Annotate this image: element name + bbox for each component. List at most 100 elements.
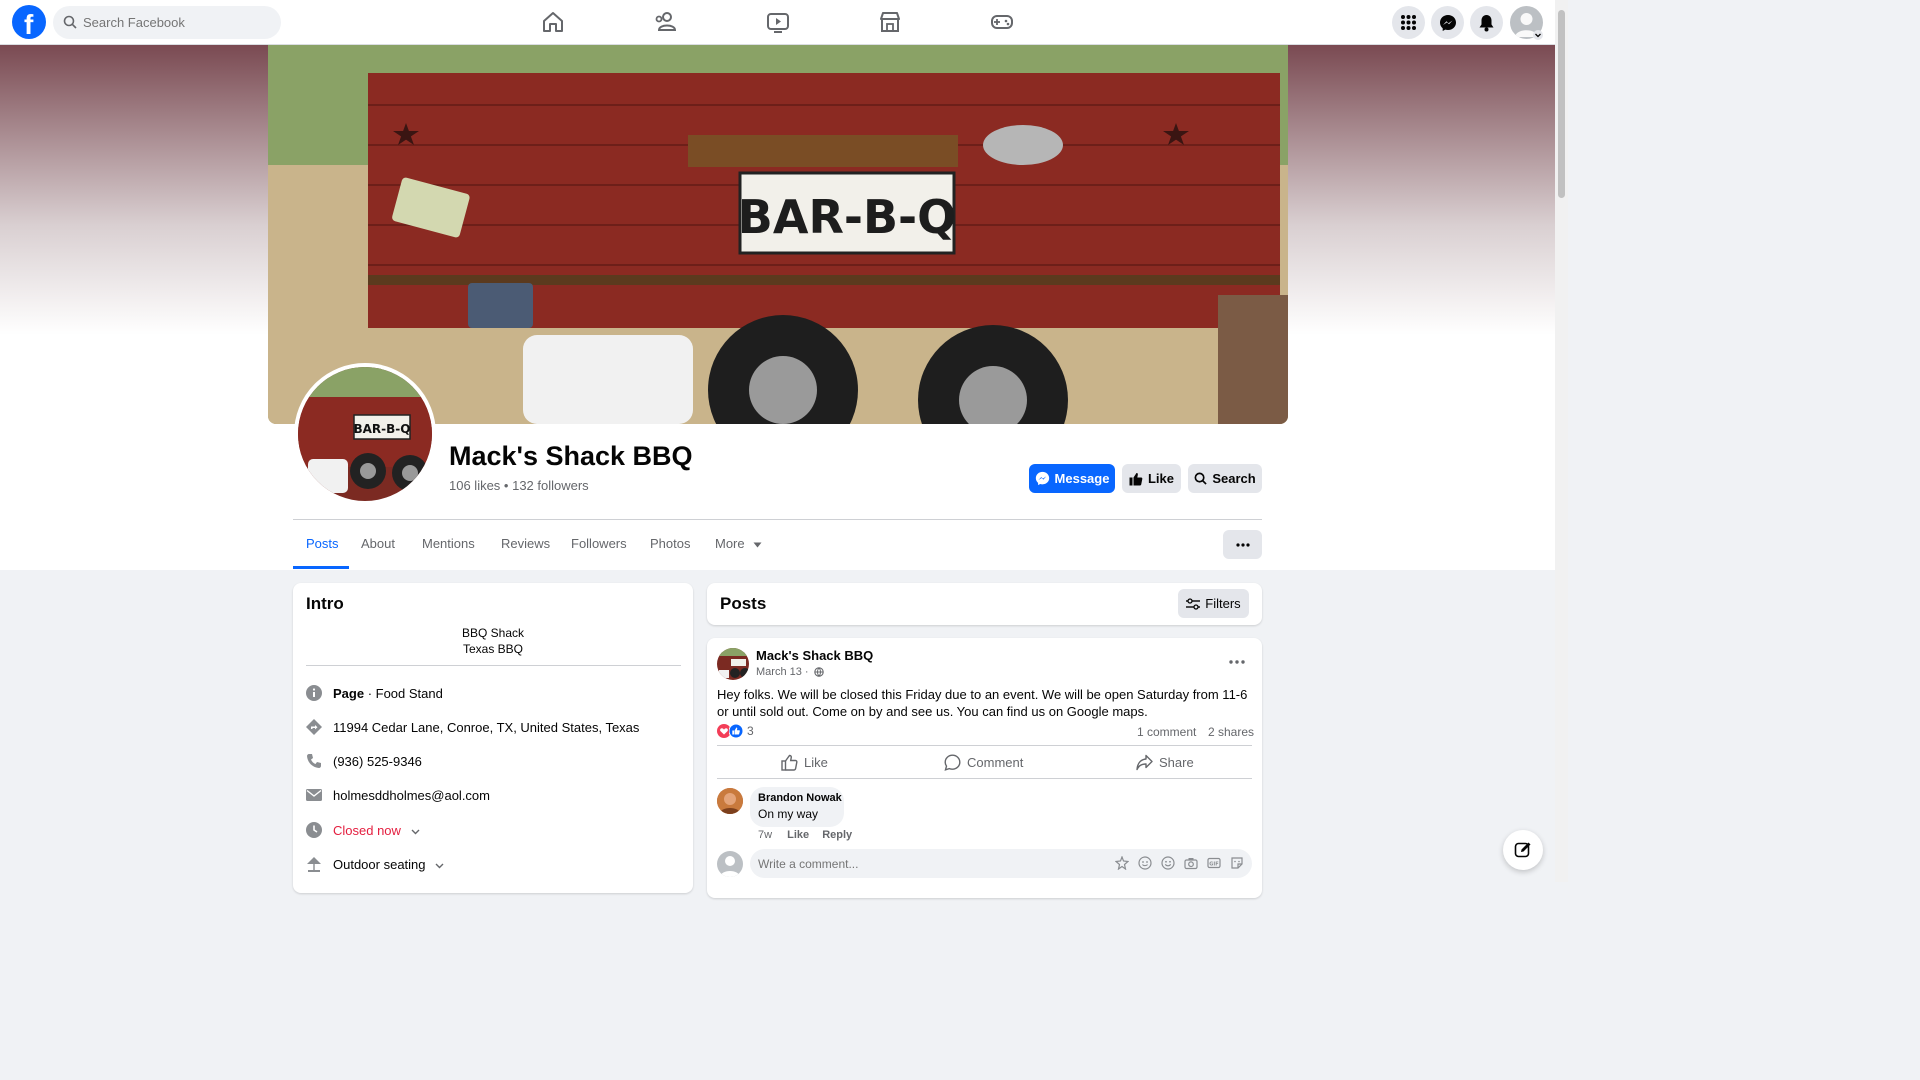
email-text[interactable]: holmesddholmes@aol.com: [333, 788, 490, 803]
comments-count[interactable]: 1 comment: [1137, 725, 1196, 739]
hours-status-label: Closed now: [333, 823, 401, 838]
scrollbar-thumb[interactable]: [1558, 10, 1565, 198]
page-category: Page · Food Stand: [333, 686, 443, 701]
search-bar[interactable]: [53, 6, 281, 39]
comment-reply-link[interactable]: Reply: [822, 829, 852, 841]
comment-text: On my way: [758, 807, 819, 821]
page-category-value: · Food Stand: [364, 686, 443, 701]
tab-posts[interactable]: Posts: [306, 536, 339, 551]
filters-label: Filters: [1205, 596, 1241, 611]
gaming-icon[interactable]: [989, 9, 1017, 37]
filters-button[interactable]: Filters: [1178, 589, 1249, 618]
svg-text:GIF: GIF: [1209, 862, 1218, 868]
tab-followers[interactable]: Followers: [571, 536, 627, 551]
post-date[interactable]: March 13 ·: [756, 666, 809, 678]
post-body: Hey folks. We will be closed this Friday…: [717, 687, 1248, 719]
cover-sign-text: BAR-B-Q: [738, 190, 956, 244]
search-icon: [1194, 472, 1207, 485]
clock-icon: [306, 822, 322, 838]
message-button[interactable]: Message: [1029, 464, 1115, 493]
marketplace-icon[interactable]: [877, 9, 905, 37]
tab-reviews[interactable]: Reviews: [501, 536, 550, 551]
reactions-count: 3: [747, 724, 754, 738]
comment-input[interactable]: [756, 849, 1106, 878]
top-navigation-bar: f: [0, 0, 1555, 45]
post-actions-divider-bottom: [717, 778, 1252, 779]
tab-more[interactable]: More: [715, 536, 762, 551]
chevron-down-icon: [411, 829, 420, 835]
post-author[interactable]: Mack's Shack BBQ: [756, 648, 873, 663]
info-icon: [306, 685, 322, 701]
intro-bio-line-2: Texas BBQ: [462, 642, 524, 656]
account-chevron-icon[interactable]: [1533, 30, 1543, 40]
page-options-button[interactable]: [1223, 530, 1262, 559]
like-page-button[interactable]: Like: [1122, 464, 1181, 493]
directions-icon: [306, 719, 322, 735]
search-input[interactable]: [81, 6, 271, 39]
outdoor-seating-icon: [306, 856, 322, 872]
cover-photo[interactable]: BAR-B-Q: [268, 45, 1288, 424]
comment-actions: 7w Like Reply: [758, 829, 852, 841]
reactions-summary[interactable]: 3: [717, 724, 754, 738]
message-button-label: Message: [1054, 471, 1110, 486]
sticker-icon[interactable]: [1230, 856, 1244, 870]
home-icon[interactable]: [540, 9, 568, 37]
post-author-avatar[interactable]: [717, 648, 749, 680]
thumbs-up-icon: [1129, 472, 1143, 486]
search-button-label: Search: [1212, 471, 1256, 486]
messenger-icon: [1035, 471, 1050, 486]
notifications-icon[interactable]: [1470, 6, 1503, 39]
intro-divider: [306, 665, 681, 666]
phone-text[interactable]: (936) 525-9346: [333, 754, 422, 769]
search-page-button[interactable]: Search: [1188, 464, 1262, 493]
tab-photos[interactable]: Photos: [650, 536, 690, 551]
intro-title: Intro: [306, 594, 344, 613]
post-meta: March 13 ·: [756, 666, 824, 678]
camera-icon[interactable]: [1184, 856, 1198, 870]
gif-icon[interactable]: GIF: [1207, 856, 1221, 870]
video-icon[interactable]: [765, 9, 793, 37]
comment-like-link[interactable]: Like: [787, 829, 809, 841]
avatar-sticker-icon[interactable]: [1115, 856, 1129, 870]
post-like-button[interactable]: Like: [781, 754, 828, 771]
page-stats[interactable]: 106 likes • 132 followers: [449, 478, 589, 493]
shares-count[interactable]: 2 shares: [1208, 725, 1254, 739]
new-message-button[interactable]: [1503, 830, 1543, 870]
smiley-icon[interactable]: [1161, 856, 1175, 870]
comment-composer[interactable]: GIF: [750, 849, 1252, 878]
post-share-label: Share: [1159, 755, 1194, 770]
profile-picture[interactable]: BAR-B-Q: [294, 363, 436, 505]
facebook-logo-icon[interactable]: f: [12, 5, 46, 39]
post-comment-button[interactable]: Comment: [944, 754, 1023, 771]
caret-down-icon: [753, 542, 762, 548]
menu-grid-icon[interactable]: [1392, 6, 1425, 39]
compose-icon: [1514, 841, 1532, 859]
search-icon: [63, 15, 77, 29]
post-comment-label: Comment: [967, 755, 1024, 770]
share-icon: [1136, 754, 1153, 771]
like-reaction-icon: [729, 724, 743, 738]
amenity-label: Outdoor seating: [333, 857, 426, 872]
tab-mentions[interactable]: Mentions: [422, 536, 475, 551]
comment-author[interactable]: Brandon Nowak: [758, 792, 842, 804]
comment-icon: [944, 754, 961, 771]
tab-about[interactable]: About: [361, 536, 395, 551]
comment-age[interactable]: 7w: [758, 829, 772, 841]
emoji-icon[interactable]: [1138, 856, 1152, 870]
post-share-button[interactable]: Share: [1136, 754, 1194, 771]
messenger-icon[interactable]: [1431, 6, 1464, 39]
friends-icon[interactable]: [653, 9, 681, 37]
commenter-avatar[interactable]: [717, 788, 743, 814]
more-options-icon: [1235, 542, 1250, 547]
svg-text:f: f: [24, 9, 34, 39]
intro-bio-line-1: BBQ Shack: [461, 626, 525, 640]
filters-icon: [1186, 597, 1201, 610]
hours-status[interactable]: Closed now: [333, 823, 420, 838]
address-text[interactable]: 11994 Cedar Lane, Conroe, TX, United Sta…: [333, 720, 639, 735]
composer-tools: GIF: [1115, 856, 1244, 870]
phone-icon: [306, 753, 322, 769]
composer-avatar[interactable]: [717, 851, 743, 877]
post-actions-divider-top: [717, 745, 1252, 746]
post-options-icon[interactable]: [1227, 654, 1247, 670]
amenity[interactable]: Outdoor seating: [333, 857, 444, 872]
